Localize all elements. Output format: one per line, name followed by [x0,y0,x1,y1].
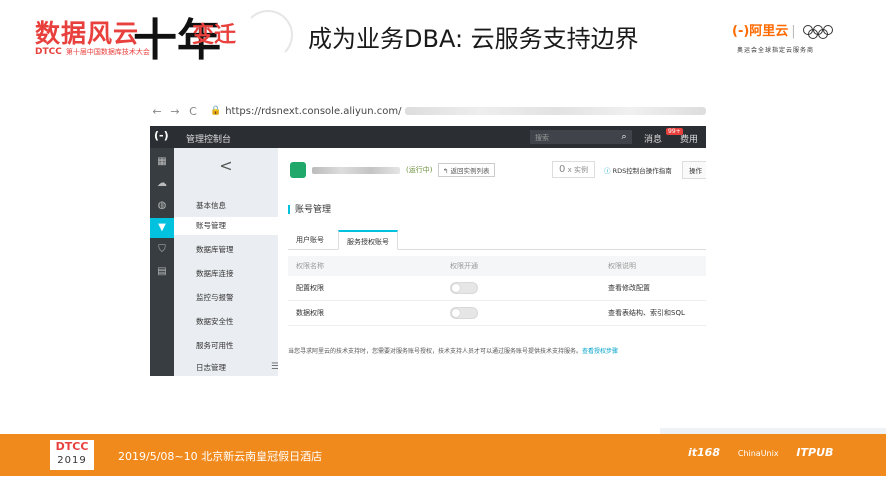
subnav-item-data-security[interactable]: 数据安全性 [196,316,234,327]
subnav-item-database-management[interactable]: 数据库管理 [196,244,234,255]
reload-icon[interactable]: C [186,105,200,118]
subnav-item-service-availability[interactable]: 服务可用性 [196,340,234,351]
aliyun-tagline: 奥运会全球指定云服务商 [737,47,815,54]
table-row: 数据权限 查看表结构、索引和SQL [288,301,706,326]
subnav-item-basic-info[interactable]: 基本信息 [196,200,226,211]
section-title: 账号管理 [288,202,331,215]
fee-link[interactable]: 费用 [680,132,698,145]
permission-toggle[interactable] [450,282,478,294]
rds-console: (-) 管理控制台 搜索 ⌕ 消息 99+ 费用 ▦ ☁ ◍ ▼ ⛉ ▤ < 基… [150,126,706,376]
subnav-item-log-management[interactable]: 日志管理 [196,362,226,373]
it168-logo: it168 [688,446,720,459]
subnav-item-account-management[interactable]: 账号管理 [174,217,278,235]
view-steps-link[interactable]: 查看授权步骤 [582,348,618,355]
globe-icon[interactable]: ◍ [150,196,174,216]
url-redacted [405,107,706,115]
messages-link[interactable]: 消息 [644,132,662,145]
back-to-list-button[interactable]: ↰ 返回实例列表 [438,163,495,177]
back-arrow-icon[interactable]: ← [150,105,164,118]
swirl-decoration [243,10,293,60]
tab-service-authorization[interactable]: 服务授权账号 [338,230,398,250]
grid-icon[interactable]: ▦ [150,152,174,172]
list-icon[interactable]: ▤ [150,262,174,282]
status-badge: (运行中) [406,166,433,174]
browser-address-bar: ← → C 🔒 https://rdsnext.console.aliyun.c… [150,100,706,122]
permission-desc: 查看表结构、索引和SQL [608,309,685,317]
permission-toggle[interactable] [450,307,478,319]
console-topbar: (-) 管理控制台 搜索 ⌕ 消息 99+ 费用 [150,126,706,148]
itpub-logo: ITPUB [796,446,834,459]
slide-footer: DTCC 2019 2019/5/08~10 北京新云南皇冠假日酒店 it168… [0,434,886,476]
console-title[interactable]: 管理控制台 [186,132,231,145]
instance-name-redacted [312,167,400,174]
shield-icon[interactable]: ⛉ [150,240,174,260]
search-icon[interactable]: ⌕ [616,130,632,144]
header-permission-name: 权限名称 [296,262,324,270]
operations-button[interactable]: 操作 [682,161,706,179]
search-input[interactable]: 搜索 [530,130,616,144]
permission-name: 数据权限 [296,309,324,317]
table-row: 配置权限 查看修改配置 [288,276,706,301]
url-field[interactable]: https://rdsnext.console.aliyun.com/ [225,106,401,117]
table-header: 权限名称 权限开通 权限说明 [288,256,706,276]
slide-header: 数据风云 DTCC 第十届中国数据库技术大会 十年 变迁 成为业务DBA: 云服务… [0,0,886,80]
tab-user-accounts[interactable]: 用户账号 [288,230,332,250]
slide-title: 成为业务DBA: 云服务支持边界 [308,25,639,53]
info-icon: ⓘ [604,167,611,175]
permission-name: 配置权限 [296,284,324,292]
account-tabs: 用户账号 服务授权账号 [288,230,706,250]
sponsor-logos: it168 ChinaUnix ITPUB [688,446,847,459]
back-chevron-icon[interactable]: < [174,156,278,175]
database-icon[interactable]: ▼ [150,218,174,238]
main-content: (运行中) ↰ 返回实例列表 0 x 实例 ⓘ RDS控制台操作指南 操作 账号… [278,148,706,376]
rds-instance-icon [290,162,306,178]
instance-header: (运行中) ↰ 返回实例列表 0 x 实例 ⓘ RDS控制台操作指南 操作 [278,158,706,184]
subnav-item-database-connection[interactable]: 数据库连接 [196,268,234,279]
instance-subnav: < 基本信息 账号管理 数据库管理 数据库连接 监控与报警 数据安全性 服务可用… [174,148,279,376]
tasks-button[interactable]: 0 x 实例 [552,161,595,178]
dtcc-footer-logo: DTCC 2019 [50,440,94,470]
aliyun-logo: (-)阿里云 | [732,20,834,39]
dtcc-logo-title: 数据风云 [35,19,140,48]
lock-icon: 🔒 [210,106,222,116]
subnav-item-monitoring-alerts[interactable]: 监控与报警 [196,292,234,303]
change-text: 变迁 [192,23,237,48]
forward-arrow-icon[interactable]: → [168,105,182,118]
event-date-location: 2019/5/08~10 北京新云南皇冠假日酒店 [118,450,323,463]
permission-desc: 查看修改配置 [608,284,650,292]
cloud-icon[interactable]: ☁ [150,174,174,194]
aliyun-console-logo[interactable]: (-) [154,129,169,142]
header-permission-enabled: 权限开通 [450,262,478,270]
console-guide-link[interactable]: ⓘ RDS控制台操作指南 [604,165,672,175]
icon-rail: ▦ ☁ ◍ ▼ ⛉ ▤ [150,148,174,376]
permissions-table: 权限名称 权限开通 权限说明 配置权限 查看修改配置 数据权限 查看表结构、索引… [288,256,706,326]
header-permission-desc: 权限说明 [608,262,636,270]
olympic-rings-icon [803,24,834,39]
chinaunix-logo: ChinaUnix [737,449,779,458]
authorization-note: 当您寻求阿里云的技术支持时，您需要对服务账号授权，技术支持人员才可以通过服务账号… [288,348,619,355]
